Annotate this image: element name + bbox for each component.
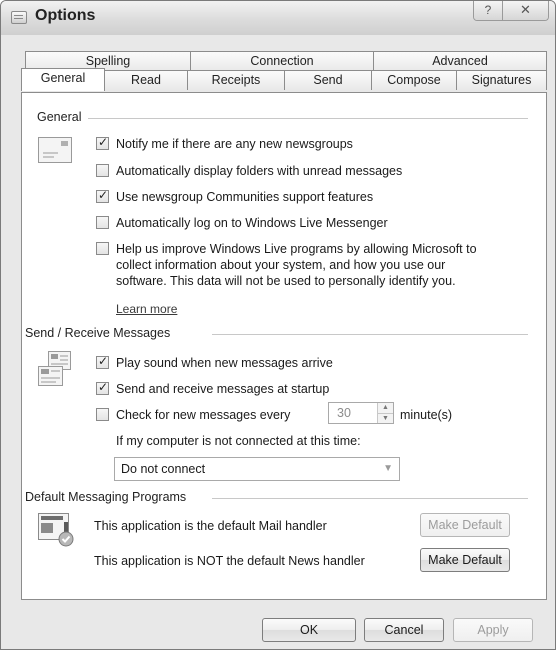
notify-newsgroups-checkbox[interactable] (96, 135, 109, 150)
check-every-checkbox[interactable] (96, 408, 109, 421)
title-buttons: ? ✕ (473, 1, 549, 21)
improve-program-label: Help us improve Windows Live programs by… (116, 242, 477, 288)
communities-label: Use newsgroup Communities support featur… (116, 190, 374, 204)
app-icon (11, 11, 27, 24)
check-interval-value: 30 (337, 406, 351, 420)
connection-dropdown-value: Do not connect (121, 462, 206, 476)
mail-handler-row: This application is the default Mail han… (94, 518, 327, 534)
tab-general[interactable]: General (21, 68, 105, 91)
notify-newsgroups-row[interactable]: Notify me if there are any new newsgroup… (96, 135, 353, 152)
not-connected-row: If my computer is not connected at this … (116, 433, 361, 449)
apply-button[interactable]: Apply (453, 618, 533, 642)
send-receive-group-title: Send / Receive Messages (25, 326, 177, 340)
news-handler-label: This application is NOT the default News… (94, 554, 365, 568)
improve-program-row[interactable]: Help us improve Windows Live programs by… (96, 241, 496, 289)
help-button[interactable]: ? (474, 1, 502, 20)
ok-button[interactable]: OK (262, 618, 356, 642)
spinner-down-icon[interactable]: ▼ (378, 413, 393, 423)
check-every-label: Check for new messages every (116, 408, 291, 422)
group-divider (212, 498, 528, 499)
newsgroup-icon (38, 137, 72, 166)
tab-send[interactable]: Send (284, 70, 372, 90)
make-default-news-button[interactable]: Make Default (420, 548, 510, 572)
default-program-icon (38, 513, 78, 552)
display-unread-checkbox[interactable] (96, 164, 109, 177)
learn-more-link[interactable]: Learn more (116, 302, 177, 316)
play-sound-row[interactable]: Play sound when new messages arrive (96, 354, 333, 371)
tab-read[interactable]: Read (104, 70, 188, 90)
tab-signatures[interactable]: Signatures (456, 70, 547, 90)
check-interval-spinner[interactable]: 30 ▲ ▼ (328, 402, 394, 424)
tab-advanced[interactable]: Advanced (373, 51, 547, 71)
display-unread-row[interactable]: Automatically display folders with unrea… (96, 163, 402, 179)
tab-compose[interactable]: Compose (371, 70, 457, 90)
communities-row[interactable]: Use newsgroup Communities support featur… (96, 188, 374, 205)
default-programs-group-title: Default Messaging Programs (25, 490, 193, 504)
tab-row-bottom: General Read Receipts Send Compose Signa… (21, 68, 547, 91)
tab-receipts[interactable]: Receipts (187, 70, 285, 90)
send-receive-icon (38, 351, 72, 390)
play-sound-checkbox[interactable] (96, 354, 109, 369)
spinner-buttons: ▲ ▼ (377, 403, 393, 423)
general-group-title: General (37, 110, 88, 124)
window-title: Options (35, 7, 96, 24)
options-dialog: Options ? ✕ Spelling Connection Advanced… (0, 0, 556, 650)
improve-program-checkbox[interactable] (96, 242, 109, 255)
group-divider (88, 118, 528, 119)
play-sound-label: Play sound when new messages arrive (116, 356, 333, 370)
mail-handler-label: This application is the default Mail han… (94, 519, 327, 533)
not-connected-label: If my computer is not connected at this … (116, 434, 361, 448)
notify-newsgroups-label: Notify me if there are any new newsgroup… (116, 137, 353, 151)
messenger-checkbox[interactable] (96, 216, 109, 229)
news-handler-row: This application is NOT the default News… (94, 553, 365, 569)
startup-label: Send and receive messages at startup (116, 382, 330, 396)
title-bar[interactable]: Options ? ✕ (1, 1, 555, 35)
messenger-label: Automatically log on to Windows Live Mes… (116, 216, 388, 230)
cancel-button[interactable]: Cancel (364, 618, 444, 642)
general-tab-panel: General Notify me if there are any new n… (21, 92, 547, 600)
check-every-row[interactable]: Check for new messages every (96, 407, 290, 423)
group-divider (212, 334, 528, 335)
chevron-down-icon[interactable]: ▼ (383, 463, 393, 474)
interval-unit-row: minute(s) (400, 407, 452, 423)
make-default-mail-button[interactable]: Make Default (420, 513, 510, 537)
tab-connection[interactable]: Connection (190, 51, 374, 71)
startup-row[interactable]: Send and receive messages at startup (96, 380, 330, 397)
interval-unit-label: minute(s) (400, 408, 453, 422)
close-button[interactable]: ✕ (502, 1, 548, 20)
display-unread-label: Automatically display folders with unrea… (116, 164, 403, 178)
messenger-row[interactable]: Automatically log on to Windows Live Mes… (96, 215, 388, 231)
startup-checkbox[interactable] (96, 380, 109, 395)
communities-checkbox[interactable] (96, 188, 109, 203)
spinner-up-icon[interactable]: ▲ (378, 403, 393, 413)
connection-dropdown[interactable]: Do not connect ▼ (114, 457, 400, 481)
